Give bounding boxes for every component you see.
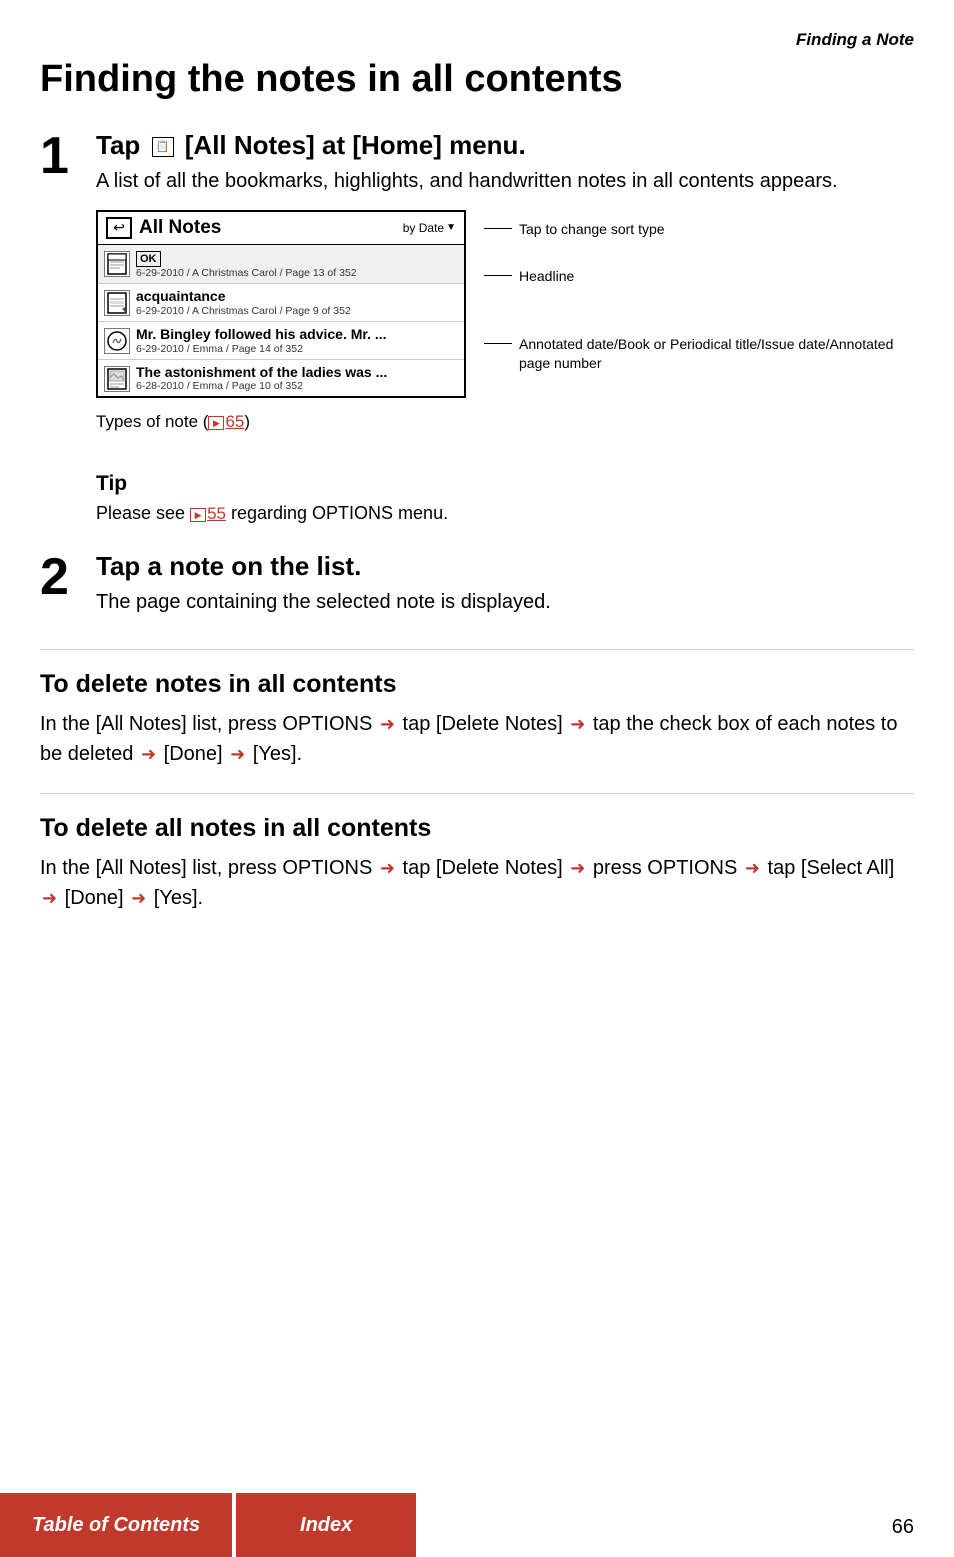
note-meta-4: 6-28-2010 / Emma / Page 10 of 352 [136, 380, 458, 392]
tip-title: Tip [96, 472, 914, 496]
tip-text: Please see ▶55 regarding OPTIONS menu. [96, 500, 914, 527]
types-link-after: ) [244, 412, 250, 431]
handwritten-icon [104, 328, 130, 354]
note-headline-3: Mr. Bingley followed his advice. Mr. ... [136, 326, 458, 343]
ok-badge: OK [136, 251, 161, 267]
step-2-title: Tap a note on the list. [96, 551, 914, 582]
arrow-icon: ➜ [380, 855, 395, 882]
arrow-icon: ➜ [42, 885, 57, 912]
panel-header: ↩ All Notes by Date ▼ [98, 212, 464, 245]
annotations-area: Tap to change sort type Headline Annotat… [466, 218, 914, 394]
note-row[interactable]: Mr. Bingley followed his advice. Mr. ...… [98, 322, 464, 360]
arrow-icon: ➜ [380, 711, 395, 738]
image-note-icon [104, 366, 130, 392]
index-button[interactable]: Index [236, 1493, 416, 1557]
page-number: 66 [892, 1516, 914, 1539]
arrow-icon: ➜ [131, 885, 146, 912]
note-meta-3: 6-29-2010 / Emma / Page 14 of 352 [136, 343, 458, 355]
types-link-ref[interactable]: 65 [225, 412, 244, 431]
tip-after: regarding OPTIONS menu. [226, 503, 448, 523]
divider [40, 649, 914, 650]
note-text-4: The astonishment of the ladies was ... 6… [136, 364, 458, 393]
annotation-text-1: Tap to change sort type [519, 220, 665, 239]
types-link-text: Types of note ( [96, 412, 208, 431]
note-text-3: Mr. Bingley followed his advice. Mr. ...… [136, 326, 458, 355]
tip-link-icon: ▶ [190, 508, 206, 522]
toc-button[interactable]: Table of Contents [0, 1493, 232, 1557]
arrow-icon: ➜ [570, 711, 585, 738]
arrow-icon: ➜ [570, 855, 585, 882]
arrow-icon: ➜ [745, 855, 760, 882]
highlight-icon [104, 290, 130, 316]
arrow-icon: ➜ [230, 741, 245, 768]
allnotes-icon: 📋 [152, 137, 174, 157]
annotation-text-2: Headline [519, 267, 574, 286]
panel-title: All Notes [139, 217, 221, 239]
step-1-desc: A list of all the bookmarks, highlights,… [96, 167, 914, 196]
bookmark-icon [104, 251, 130, 277]
annotation-text-3: Annotated date/Book or Periodical title/… [519, 335, 914, 373]
tip-ref[interactable]: 55 [207, 504, 226, 523]
all-notes-container: ↩ All Notes by Date ▼ [96, 210, 914, 399]
types-link[interactable]: Types of note (▶65) [96, 412, 914, 432]
note-meta-2: 6-29-2010 / A Christmas Carol / Page 9 o… [136, 305, 458, 317]
tip-section: Tip Please see ▶55 regarding OPTIONS men… [96, 472, 914, 527]
footer: Table of Contents Index 66 [0, 1493, 954, 1557]
step-1-title: Tap 📋 [All Notes] at [Home] menu. [96, 130, 914, 161]
sort-label: by Date [403, 221, 444, 235]
annotation-3: Annotated date/Book or Periodical title/… [484, 335, 914, 373]
section-2-heading: To delete all notes in all contents [40, 814, 914, 843]
section-1-text: In the [All Notes] list, press OPTIONS ➜… [40, 709, 914, 769]
step-2: 2 Tap a note on the list. The page conta… [40, 551, 914, 631]
step-2-number: 2 [40, 551, 78, 603]
sort-arrow-icon: ▼ [446, 222, 456, 233]
main-title: Finding the notes in all contents [40, 58, 914, 102]
panel-sort[interactable]: by Date ▼ [403, 221, 456, 235]
annotation-1: Tap to change sort type [484, 220, 914, 239]
note-text-1: OK 6-29-2010 / A Christmas Carol / Page … [136, 249, 458, 279]
note-headline-4: The astonishment of the ladies was ... [136, 364, 458, 381]
arrow-icon: ➜ [141, 741, 156, 768]
link-ref-icon: ▶ [208, 416, 224, 430]
step-1: 1 Tap 📋 [All Notes] at [Home] menu. A li… [40, 130, 914, 455]
section-1-heading: To delete notes in all contents [40, 670, 914, 699]
note-row[interactable]: The astonishment of the ladies was ... 6… [98, 360, 464, 397]
note-text-2: acquaintance 6-29-2010 / A Christmas Car… [136, 288, 458, 317]
tip-before: Please see [96, 503, 190, 523]
note-row[interactable]: acquaintance 6-29-2010 / A Christmas Car… [98, 284, 464, 322]
step-1-number: 1 [40, 130, 78, 182]
page-header-title: Finding a Note [40, 30, 914, 50]
note-row[interactable]: OK 6-29-2010 / A Christmas Carol / Page … [98, 245, 464, 284]
section-2-text: In the [All Notes] list, press OPTIONS ➜… [40, 853, 914, 913]
step-2-desc: The page containing the selected note is… [96, 588, 914, 617]
note-headline-2: acquaintance [136, 288, 458, 305]
annotation-2: Headline [484, 267, 914, 286]
back-icon: ↩ [106, 217, 132, 239]
note-meta-1: 6-29-2010 / A Christmas Carol / Page 13 … [136, 267, 458, 279]
all-notes-panel: ↩ All Notes by Date ▼ [96, 210, 466, 399]
divider [40, 793, 914, 794]
